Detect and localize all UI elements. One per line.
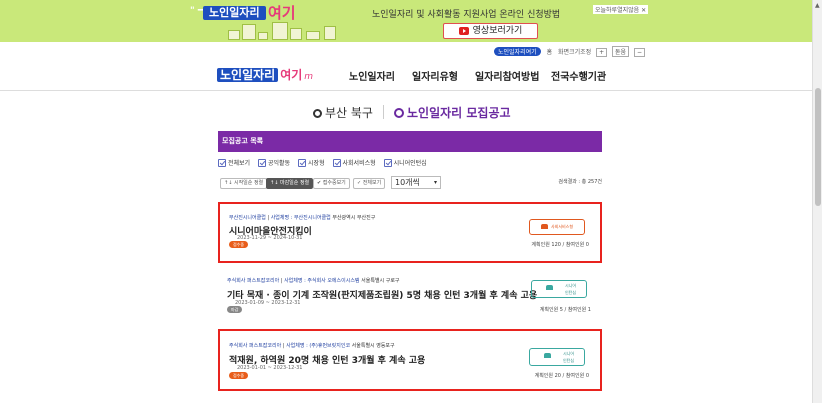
sort-bar: ↑↓ 시작일순 정렬 ↑↓ 마감일순 정렬 ✔ 접수중보기 ✓ 전체보기 10개… xyxy=(218,176,602,190)
util-pill[interactable]: 노인일자리여기 xyxy=(494,47,541,56)
job-card[interactable]: 주식회사 퍼스트잡코리아 | 사업체명 : (주)휴먼브릿지인코 서울특별시 영… xyxy=(218,329,602,391)
sort-start-button[interactable]: ↑↓ 시작일순 정렬 xyxy=(220,178,268,189)
card-meta: 주식회사 퍼스트잡코리아 | 사업체명 : 주식회사 오에스이시스템 서울특별시… xyxy=(227,278,400,284)
filter-social-service[interactable]: 사회서비스형 xyxy=(332,158,376,167)
nav-item-senior-jobs[interactable]: 노인일자리 xyxy=(349,68,395,83)
senior-intern-icon xyxy=(544,353,551,358)
result-count: 검색결과 : 총 257건 xyxy=(558,179,602,185)
region-label: 부산 북구 xyxy=(325,106,373,120)
checkbox-icon xyxy=(218,159,226,167)
category-filters: 전체보기 공익활동 시장형 사회서비스형 시니어인턴십 xyxy=(218,158,433,167)
nav-item-how-to-join[interactable]: 일자리참여방법 xyxy=(475,68,539,83)
promo-banner[interactable]: " ━ 노인일자리 여기 노인일자리 및 사회활동 지원사업 온라인 신청방법 … xyxy=(0,0,812,42)
card-date: 2023-01-09 ~ 2023-12-31 xyxy=(235,300,301,306)
nav-item-agencies[interactable]: 전국수행기관 xyxy=(551,68,606,83)
zoom-out-button[interactable]: − xyxy=(633,48,646,57)
status-badge: 접수중 xyxy=(229,241,249,248)
list-header: 모집공고 목록 xyxy=(218,131,602,152)
checkbox-icon xyxy=(383,159,392,167)
banner-logo: 노인일자리 xyxy=(203,6,266,20)
chevron-down-icon: ▾ xyxy=(433,179,437,186)
checkbox-icon xyxy=(332,159,341,167)
zoom-in-button[interactable]: + xyxy=(596,48,608,57)
job-card[interactable]: 부산진시니어클럽 | 사업체명 : 부산진시니어클럽 부산광역시 부산진구 시니… xyxy=(218,202,602,263)
card-quota: 계획인원 120 / 참여인원 0 xyxy=(531,242,589,248)
page-scrollbar[interactable]: ▲ xyxy=(812,0,822,403)
city-illustration xyxy=(228,22,348,40)
close-banner-button[interactable]: 오늘하루열지않음 ✕ xyxy=(593,5,649,14)
scroll-thumb[interactable] xyxy=(815,88,821,206)
utility-bar: 노인일자리여기 홈 화면크기조정 + 돋움 − xyxy=(494,46,646,57)
checkbox-icon xyxy=(258,159,267,167)
job-card[interactable]: 주식회사 퍼스트잡코리아 | 사업체명 : 주식회사 오에스이시스템 서울특별시… xyxy=(218,269,602,323)
home-link[interactable]: 홈 xyxy=(547,47,553,56)
section-title: 노인일자리 모집공고 xyxy=(406,106,511,120)
location-pin-icon xyxy=(313,109,322,118)
scroll-up-icon[interactable]: ▲ xyxy=(815,2,820,9)
page-title: 부산 북구 노인일자리 모집공고 xyxy=(313,104,511,121)
card-meta: 부산진시니어클럽 | 사업체명 : 부산진시니어클럽 부산광역시 부산진구 xyxy=(229,215,376,221)
show-open-button[interactable]: ✔ 접수중보기 xyxy=(313,178,350,189)
type-badge: 시니어 인턴십 xyxy=(531,280,587,298)
status-badge: 접수중 xyxy=(229,372,249,379)
type-badge: 시니어 인턴십 xyxy=(529,348,585,366)
font-select[interactable]: 돋움 xyxy=(612,46,630,57)
card-date: 2023-01-01 ~ 2023-12-31 xyxy=(237,365,303,371)
screen-size-label: 화면크기조정 xyxy=(558,49,592,56)
sort-deadline-button[interactable]: ↑↓ 마감일순 정렬 xyxy=(266,178,314,189)
filter-all[interactable]: 전체보기 xyxy=(218,158,250,167)
people-icon xyxy=(393,108,404,118)
type-badge: 사회서비스형 xyxy=(529,219,585,235)
checkbox-icon xyxy=(298,159,307,167)
filter-market[interactable]: 시장형 xyxy=(298,158,325,167)
social-service-icon xyxy=(540,224,548,229)
card-date: 2023-11-29 ~ 2024-10-31 xyxy=(237,235,303,241)
filter-senior-intern[interactable]: 시니어인턴십 xyxy=(383,158,427,167)
nav-item-job-types[interactable]: 일자리유형 xyxy=(412,68,458,83)
filter-public[interactable]: 공익활동 xyxy=(258,158,290,167)
site-logo[interactable]: 노인일자리 여기 m xyxy=(217,66,313,83)
main-nav: 노인일자리 여기 m 노인일자리 일자리유형 일자리참여방법 전국수행기관 xyxy=(0,58,812,91)
card-meta: 주식회사 퍼스트잡코리아 | 사업체명 : (주)휴먼브릿지인코 서울특별시 영… xyxy=(229,343,395,349)
senior-intern-icon xyxy=(546,285,553,290)
banner-sparkle-icon: " ━ xyxy=(190,6,204,16)
title-divider xyxy=(382,105,384,119)
banner-headline: 노인일자리 및 사회활동 지원사업 온라인 신청방법 xyxy=(372,10,561,20)
show-all-button[interactable]: ✓ 전체보기 xyxy=(353,178,386,189)
video-button[interactable]: 영상보러가기 xyxy=(443,23,538,39)
page-size-select[interactable]: 10개씩 ▾ xyxy=(391,176,441,189)
card-quota: 계획인원 5 / 참여인원 1 xyxy=(539,307,591,313)
card-quota: 계획인원 20 / 참여인원 0 xyxy=(534,373,589,379)
banner-logo-suffix: 여기 xyxy=(268,4,296,22)
youtube-icon xyxy=(458,26,469,35)
status-badge: 마감 xyxy=(227,306,243,313)
